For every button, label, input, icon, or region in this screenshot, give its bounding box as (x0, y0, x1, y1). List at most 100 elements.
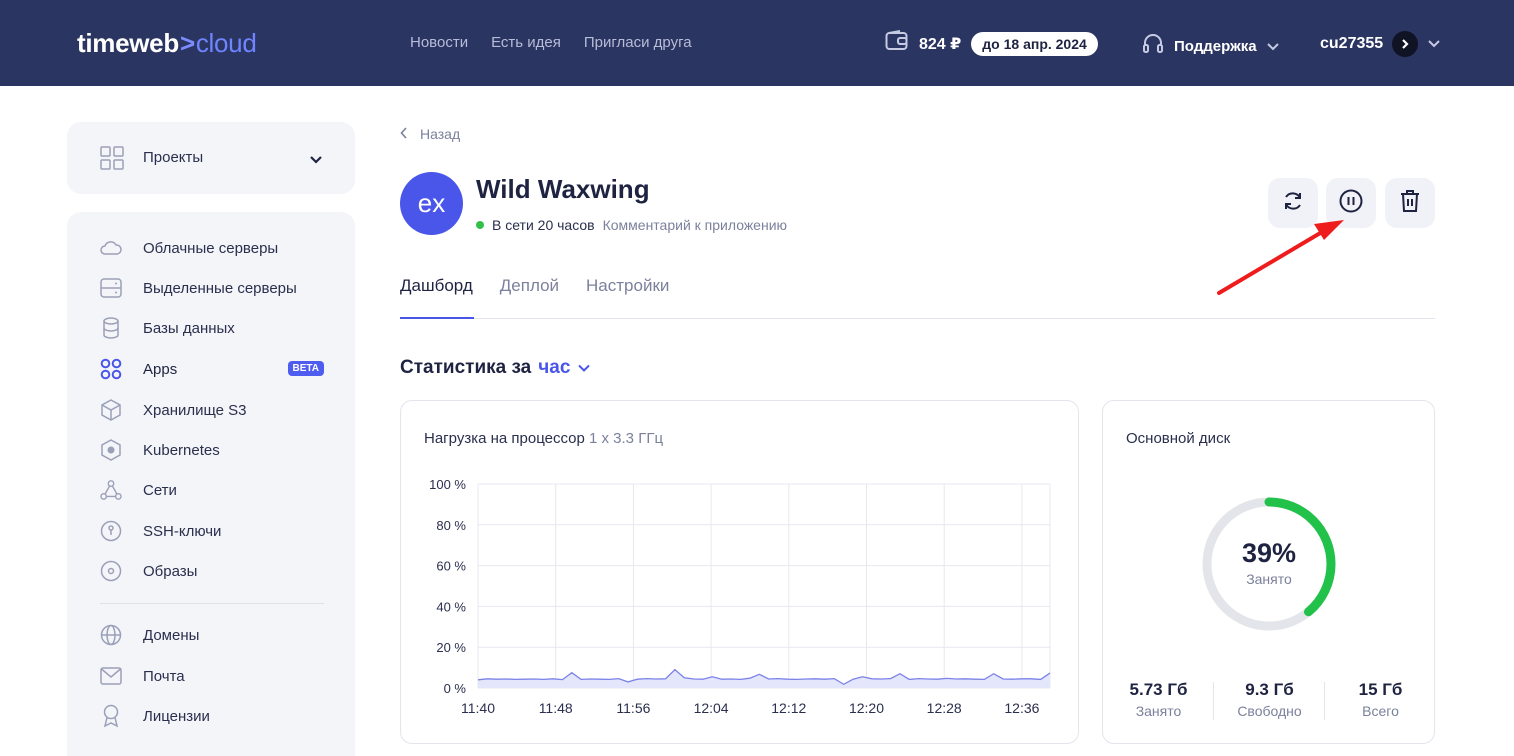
wallet-icon (885, 30, 909, 57)
active-tab-underline (400, 317, 474, 319)
sidebar-item-label: Выделенные серверы (143, 279, 297, 297)
x-tick-label: 12:20 (849, 700, 884, 716)
mail-icon (100, 665, 122, 687)
sidebar-item-label: Лицензии (143, 707, 210, 725)
support-menu[interactable]: Поддержка (1141, 32, 1280, 60)
sidebar-item-images[interactable]: Образы (100, 559, 324, 583)
balance-amount: 824 ₽ (919, 35, 962, 53)
back-link[interactable]: Назад (400, 126, 460, 142)
y-tick-label: 60 % (436, 559, 466, 574)
sidebar-item-networks[interactable]: Сети (100, 478, 324, 502)
disk-stat-label: Свободно (1237, 703, 1302, 719)
disk-stat-value: 9.3 Гб (1245, 680, 1294, 699)
restart-icon (1281, 189, 1305, 218)
image-disk-icon (100, 560, 122, 582)
nav-link-idea[interactable]: Есть идея (491, 34, 561, 51)
sidebar-item-label: Почта (143, 667, 185, 685)
x-tick-label: 12:12 (771, 700, 806, 716)
trash-icon (1399, 189, 1421, 218)
sidebar-menu: Облачные серверы Выделенные серверы Базы… (67, 212, 355, 756)
sidebar-item-cloud-servers[interactable]: Облачные серверы (100, 236, 324, 260)
app-tabs: Дашборд Деплой Настройки (400, 276, 669, 296)
projects-dropdown[interactable]: Проекты (67, 122, 355, 194)
disk-stat-free: 9.3 Гб Свободно (1214, 680, 1325, 720)
apps-icon (100, 358, 122, 380)
logo[interactable]: timeweb>cloud (77, 28, 257, 59)
y-tick-label: 80 % (436, 518, 466, 533)
cloud-icon (100, 237, 122, 259)
comment-link[interactable]: Комментарий к приложению (603, 217, 787, 233)
balance-until-badge: до 18 апр. 2024 (971, 31, 1098, 56)
sidebar-item-label: Apps (143, 360, 178, 378)
wallet[interactable]: 824 ₽ до 18 апр. 2024 (885, 30, 1098, 57)
chevron-right-icon[interactable] (1392, 31, 1419, 57)
kubernetes-icon (100, 439, 122, 461)
sidebar-item-label: Kubernetes (143, 441, 220, 459)
sidebar-item-licenses[interactable]: Лицензии (100, 704, 324, 728)
network-icon (100, 479, 122, 501)
sidebar-item-label: Сети (143, 481, 177, 499)
logo-main-text: timeweb (77, 28, 179, 58)
sidebar-item-dedicated-servers[interactable]: Выделенные серверы (100, 276, 324, 300)
delete-button[interactable] (1385, 178, 1435, 228)
sidebar-item-label: Базы данных (143, 319, 235, 337)
sidebar-item-mail[interactable]: Почта (100, 664, 324, 688)
online-status-text: В сети 20 часов (492, 217, 595, 233)
app-title: Wild Waxwing (476, 174, 650, 204)
disk-stat-label: Всего (1362, 703, 1399, 719)
username: cu27355 (1320, 35, 1384, 52)
sidebar-item-domains[interactable]: Домены (100, 623, 324, 647)
period-selector[interactable]: час (538, 357, 570, 379)
license-icon (100, 704, 122, 728)
x-tick-label: 11:40 (461, 700, 495, 716)
tab-settings[interactable]: Настройки (586, 276, 669, 296)
sidebar-item-apps[interactable]: Apps BETA (100, 357, 324, 381)
sidebar-item-s3-storage[interactable]: Хранилище S3 (100, 398, 324, 422)
projects-label: Проекты (143, 149, 204, 166)
main-disk-card: Основной диск 39% Занято 5.73 Гб Занято … (1102, 400, 1435, 744)
disk-stats: 5.73 Гб Занято 9.3 Гб Свободно 15 Гб Все… (1103, 680, 1436, 720)
sidebar-item-label: SSH-ключи (143, 522, 222, 540)
tab-deploy[interactable]: Деплой (500, 276, 559, 296)
sidebar-item-databases[interactable]: Базы данных (100, 316, 324, 340)
support-label: Поддержка (1174, 37, 1257, 55)
disk-usage-ring: 39% Занято (1201, 496, 1337, 632)
nav-link-news[interactable]: Новости (410, 34, 468, 51)
back-label: Назад (420, 126, 461, 142)
pause-button[interactable] (1326, 178, 1376, 228)
chevron-down-icon (1427, 35, 1441, 53)
x-tick-label: 12:04 (694, 700, 729, 716)
nav-link-invite[interactable]: Пригласи друга (584, 34, 692, 51)
storage-box-icon (100, 399, 122, 421)
y-tick-label: 100 % (429, 477, 466, 492)
chevron-left-icon (400, 126, 408, 142)
stats-prefix: Статистика за (400, 357, 532, 378)
disk-stat-total: 15 Гб Всего (1325, 680, 1436, 719)
sidebar-item-ssh-keys[interactable]: SSH-ключи (100, 519, 324, 543)
sidebar-item-kubernetes[interactable]: Kubernetes (100, 438, 324, 462)
y-tick-label: 40 % (436, 599, 466, 614)
logo-separator: > (179, 28, 195, 58)
disk-stat-used: 5.73 Гб Занято (1103, 680, 1214, 720)
disk-percent: 39% (1241, 538, 1297, 568)
x-tick-label: 12:36 (1004, 700, 1039, 716)
globe-icon (100, 624, 122, 646)
x-tick-label: 12:28 (927, 700, 962, 716)
y-tick-label: 20 % (436, 640, 466, 655)
sidebar-item-label: Образы (143, 562, 198, 580)
restart-button[interactable] (1268, 178, 1318, 228)
headset-icon (1141, 32, 1165, 60)
disk-stat-value: 15 Гб (1358, 680, 1403, 699)
x-tick-label: 11:48 (539, 700, 573, 716)
tab-dashboard[interactable]: Дашборд (400, 276, 473, 296)
tabs-divider (400, 318, 1435, 319)
chevron-down-icon[interactable] (577, 357, 591, 379)
sidebar-item-label: Домены (143, 626, 200, 644)
y-tick-label: 0 % (444, 681, 467, 696)
projects-grid-icon (100, 146, 124, 175)
sidebar-item-label: Хранилище S3 (143, 401, 247, 419)
user-menu[interactable]: cu27355 (1320, 31, 1441, 57)
disk-percent-caption: Занято (1246, 571, 1292, 587)
beta-badge: BETA (287, 361, 324, 376)
database-icon (100, 317, 122, 339)
